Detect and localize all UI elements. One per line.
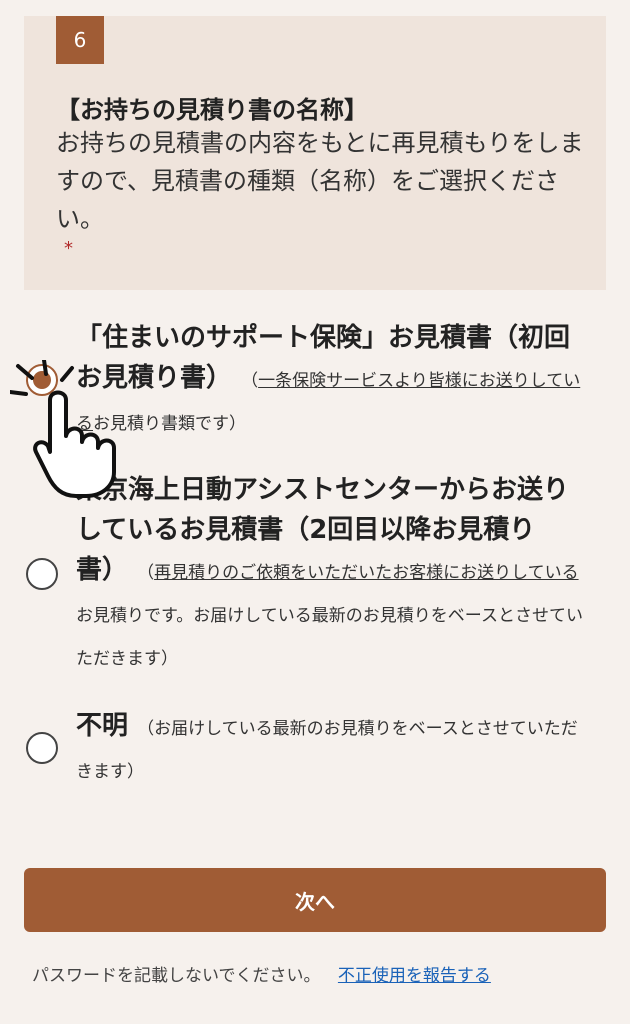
question-description: お持ちの見積書の内容をもとに再見積もりをしますので、見積書の種類（名称）をご選択… <box>56 129 584 233</box>
radio-button-initial-estimate[interactable] <box>26 364 58 396</box>
option-note: （お届けしている最新のお見積りをベースとさせていただきます） <box>76 719 578 782</box>
radio-option-unknown[interactable]: 不明 （お届けしている最新のお見積りをベースとさせていただきます） <box>0 700 630 790</box>
option-text: 「住まいのサポート保険」お見積書（初回お見積り書） （一条保険サービスより皆様に… <box>76 318 586 444</box>
option-note: （再見積りのご依頼をいただいたお客様にお送りしているお見積りです。お届けしている… <box>76 563 583 669</box>
report-abuse-link[interactable]: 不正使用を報告する <box>338 966 491 986</box>
required-mark: * <box>64 238 73 259</box>
radio-option-initial-estimate[interactable]: 「住まいのサポート保険」お見積書（初回お見積り書） （一条保険サービスより皆様に… <box>0 312 630 442</box>
option-label: 不明 <box>76 711 129 741</box>
footer: パスワードを記載しないでください。 不正使用を報告する <box>32 962 612 990</box>
radio-option-second-estimate[interactable]: 東京海上日動アシストセンターからお送りしているお見積書（2回目以降お見積り書） … <box>0 470 630 670</box>
question-title: 【お持ちの見積り書の名称】 <box>56 96 368 124</box>
question-card: 6 【お持ちの見積り書の名称】 お持ちの見積書の内容をもとに再見積もりをしますの… <box>24 16 606 290</box>
password-notice: パスワードを記載しないでください。 <box>32 966 321 986</box>
option-note-link: 再見積りのご依頼をいただいたお客様にお送りしている <box>154 563 579 583</box>
radio-button-unknown[interactable] <box>26 732 58 764</box>
option-text: 東京海上日動アシストセンターからお送りしているお見積書（2回目以降お見積り書） … <box>76 470 586 679</box>
form-page: 6 【お持ちの見積り書の名称】 お持ちの見積書の内容をもとに再見積もりをしますの… <box>0 0 630 1024</box>
next-button[interactable]: 次へ <box>24 868 606 932</box>
option-text: 不明 （お届けしている最新のお見積りをベースとさせていただきます） <box>76 706 586 792</box>
question-number-badge: 6 <box>56 16 104 64</box>
radio-button-second-estimate[interactable] <box>26 558 58 590</box>
